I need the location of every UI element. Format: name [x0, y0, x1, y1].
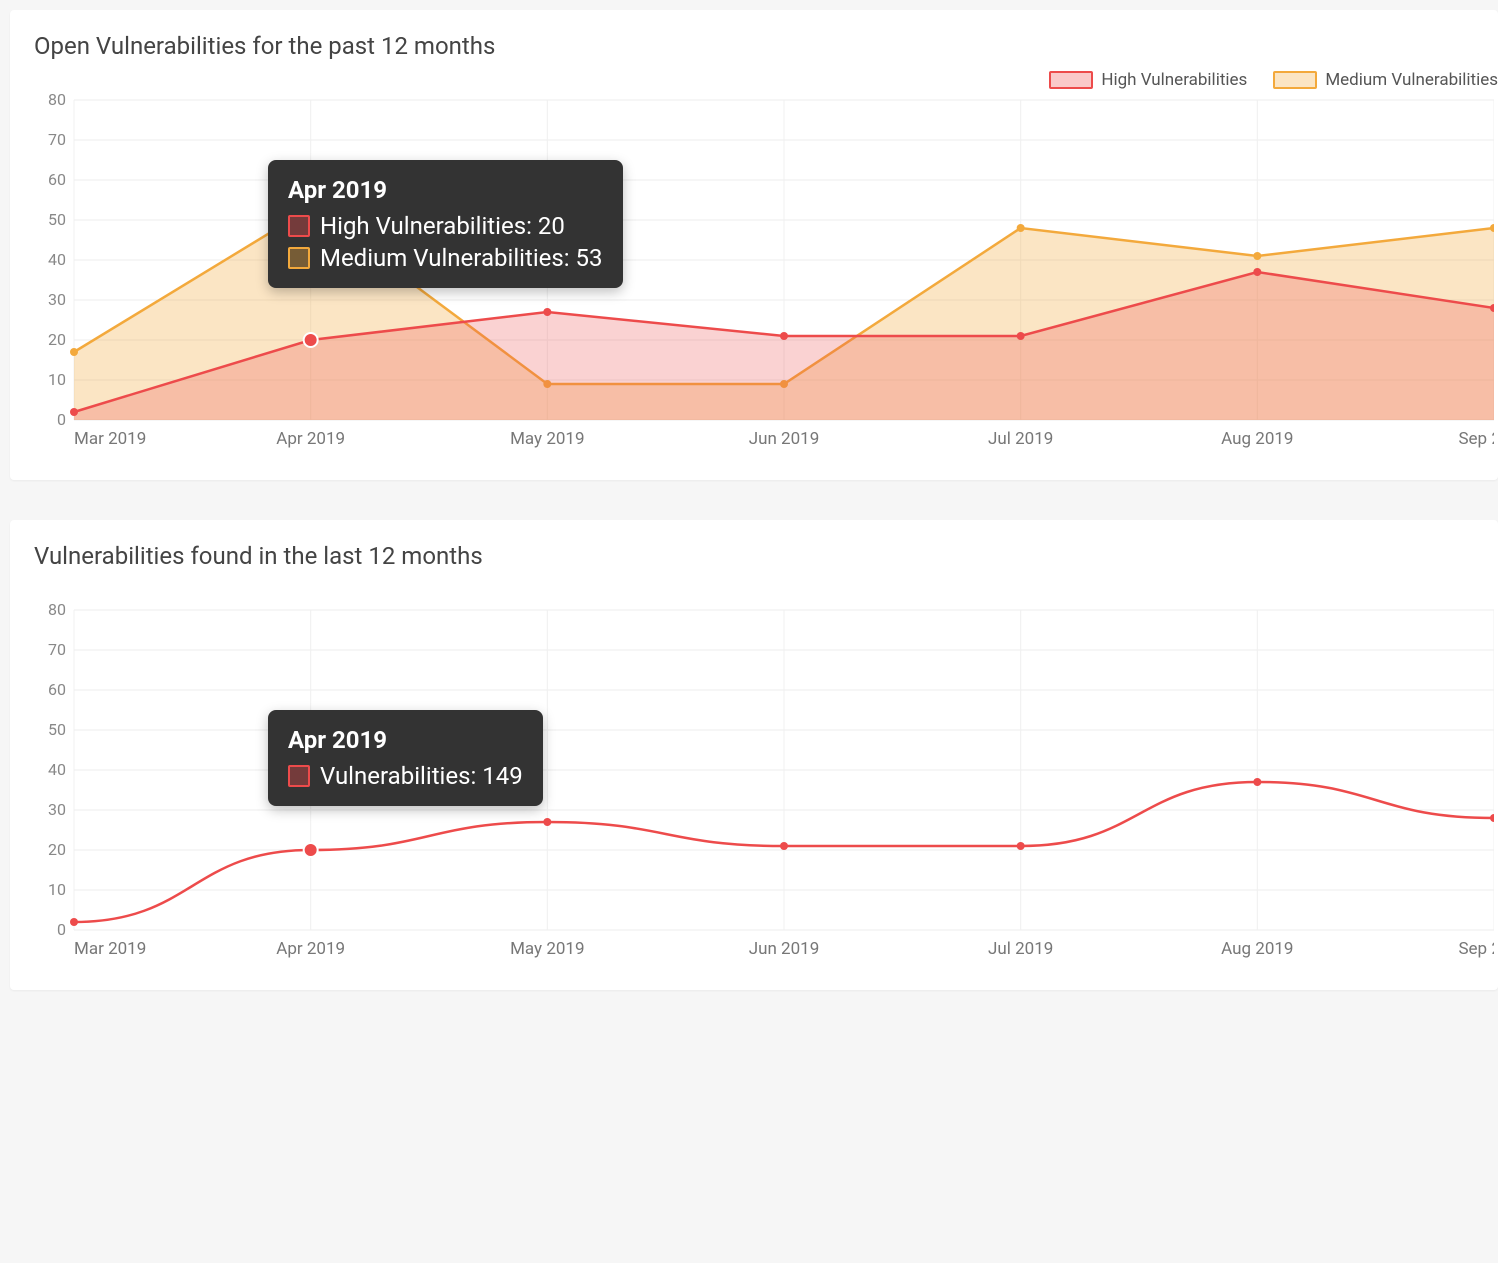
legend: High Vulnerabilities Medium Vulnerabilit…	[1049, 70, 1498, 90]
svg-text:Mar 2019: Mar 2019	[74, 939, 146, 959]
svg-text:Aug 2019: Aug 2019	[1221, 939, 1293, 959]
svg-text:Sep 2019: Sep 2019	[1458, 939, 1494, 959]
chart-tooltip: Apr 2019 Vulnerabilities: 149	[268, 710, 543, 806]
legend-item-high[interactable]: High Vulnerabilities	[1049, 70, 1247, 90]
legend-label: Medium Vulnerabilities	[1325, 70, 1498, 90]
svg-text:10: 10	[48, 880, 66, 899]
tooltip-row-medium: Medium Vulnerabilities: 53	[288, 244, 603, 272]
open-vulnerabilities-card: Open Vulnerabilities for the past 12 mon…	[10, 10, 1498, 480]
svg-text:Jun 2019: Jun 2019	[749, 429, 820, 449]
tooltip-title: Apr 2019	[288, 176, 603, 204]
legend-swatch-icon	[1049, 71, 1093, 89]
svg-text:80: 80	[48, 600, 66, 619]
svg-text:70: 70	[48, 640, 66, 659]
chart-area: High Vulnerabilities Medium Vulnerabilit…	[10, 70, 1498, 480]
tooltip-swatch-icon	[288, 765, 310, 787]
legend-label: High Vulnerabilities	[1101, 70, 1247, 90]
tooltip-swatch-icon	[288, 215, 310, 237]
svg-text:80: 80	[48, 90, 66, 109]
chart-tooltip: Apr 2019 High Vulnerabilities: 20 Medium…	[268, 160, 623, 288]
svg-text:60: 60	[48, 680, 66, 699]
tooltip-row: Vulnerabilities: 149	[288, 762, 523, 790]
chart-svg[interactable]: 0 10 20 30 40 50 60 70 80 Mar 2019 Apr 2019 May 201…	[34, 580, 1494, 970]
legend-swatch-icon	[1273, 71, 1317, 89]
svg-text:20: 20	[48, 330, 66, 349]
svg-text:40: 40	[48, 250, 66, 269]
svg-text:Jul 2019: Jul 2019	[988, 429, 1053, 449]
chart-svg[interactable]: 0 10 20 30 40 50 60 70 80 Mar 2019 Apr 2019 May 201…	[34, 70, 1494, 460]
svg-text:Jun 2019: Jun 2019	[749, 939, 820, 959]
svg-text:Jul 2019: Jul 2019	[988, 939, 1053, 959]
svg-text:50: 50	[48, 210, 66, 229]
svg-text:0: 0	[57, 920, 66, 939]
card-title: Vulnerabilities found in the last 12 mon…	[10, 520, 1498, 580]
svg-text:20: 20	[48, 840, 66, 859]
svg-text:10: 10	[48, 370, 66, 389]
tooltip-text: High Vulnerabilities: 20	[320, 212, 565, 240]
tooltip-text: Vulnerabilities: 149	[320, 762, 523, 790]
tooltip-title: Apr 2019	[288, 726, 523, 754]
svg-text:30: 30	[48, 800, 66, 819]
svg-text:50: 50	[48, 720, 66, 739]
svg-text:0: 0	[57, 410, 66, 429]
vulnerabilities-found-card: Vulnerabilities found in the last 12 mon…	[10, 520, 1498, 990]
chart-area: 0 10 20 30 40 50 60 70 80 Mar 2019 Apr 2019 May 201…	[10, 580, 1498, 990]
svg-text:40: 40	[48, 760, 66, 779]
svg-text:May 2019: May 2019	[510, 429, 584, 449]
svg-text:30: 30	[48, 290, 66, 309]
tooltip-row-high: High Vulnerabilities: 20	[288, 212, 603, 240]
svg-text:Sep 2019: Sep 2019	[1458, 429, 1494, 449]
svg-text:60: 60	[48, 170, 66, 189]
svg-text:Apr 2019: Apr 2019	[276, 939, 345, 959]
svg-text:Apr 2019: Apr 2019	[276, 429, 345, 449]
card-title: Open Vulnerabilities for the past 12 mon…	[10, 10, 1498, 70]
svg-text:Aug 2019: Aug 2019	[1221, 429, 1293, 449]
legend-item-medium[interactable]: Medium Vulnerabilities	[1273, 70, 1498, 90]
tooltip-swatch-icon	[288, 247, 310, 269]
svg-text:70: 70	[48, 130, 66, 149]
svg-text:Mar 2019: Mar 2019	[74, 429, 146, 449]
svg-text:May 2019: May 2019	[510, 939, 584, 959]
tooltip-text: Medium Vulnerabilities: 53	[320, 244, 603, 272]
